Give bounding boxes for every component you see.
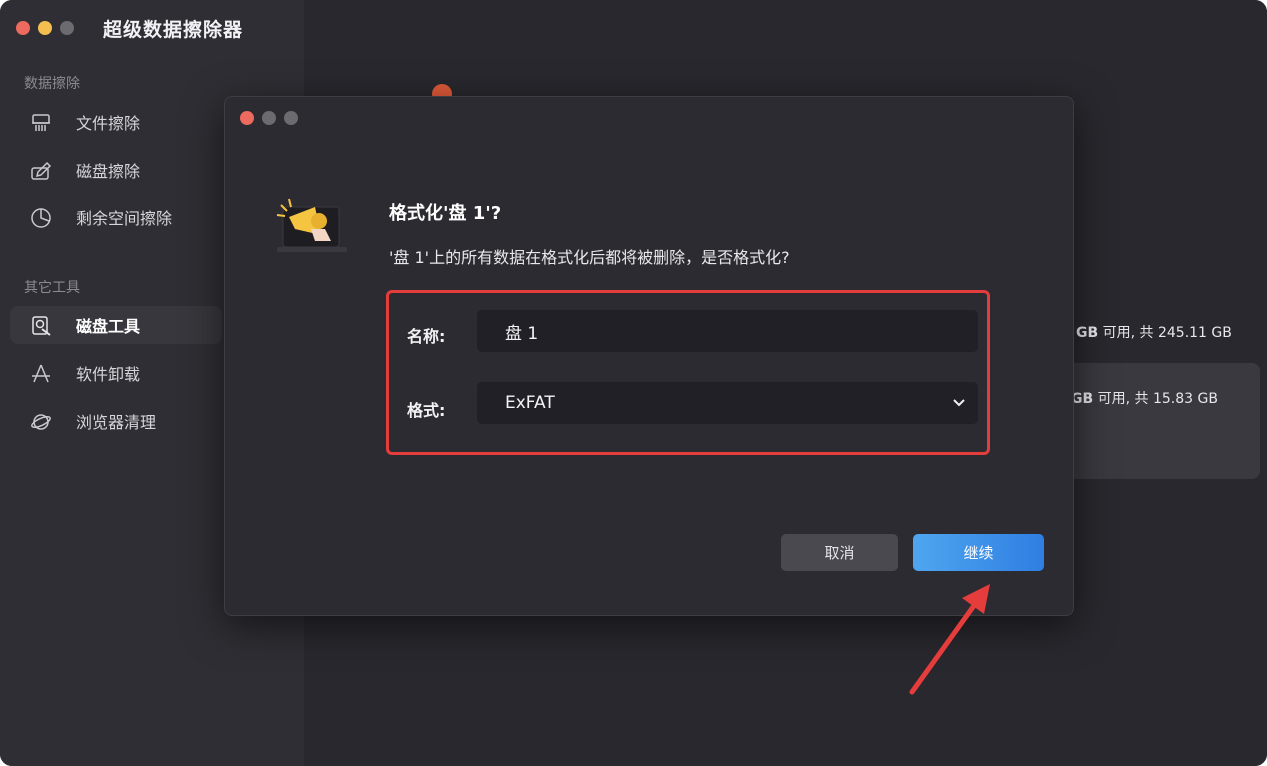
sidebar-item-label: 剩余空间擦除 — [76, 209, 173, 228]
minimize-window-button[interactable] — [38, 21, 52, 35]
format-select[interactable]: ExFAT — [477, 382, 978, 424]
app-title: 超级数据擦除器 — [103, 19, 244, 41]
red-arrow-icon — [909, 584, 990, 695]
section-label-other-tools: 其它工具 — [24, 280, 80, 296]
sidebar-item-label: 软件卸载 — [76, 365, 141, 384]
dialog-title: 格式化'盘 1'? — [389, 203, 502, 224]
sidebar-item-label: 磁盘工具 — [76, 317, 141, 336]
sidebar-item-label: 浏览器清理 — [76, 413, 157, 432]
sidebar-item-label: 磁盘擦除 — [76, 162, 141, 181]
sidebar-item-file-erase[interactable]: 文件擦除 — [10, 103, 222, 141]
disk-erase-icon — [31, 161, 52, 180]
chevron-down-icon — [953, 399, 965, 407]
dialog-window-controls — [240, 111, 298, 125]
dialog-minimize-button[interactable] — [262, 111, 276, 125]
disk-capacity-2: GB 可用, 共 15.83 GB — [1071, 391, 1218, 407]
format-label: 格式: — [407, 401, 446, 420]
pie-chart-icon — [31, 208, 51, 228]
megaphone-icon — [276, 198, 347, 252]
continue-button[interactable]: 继续 — [913, 534, 1044, 571]
name-input[interactable]: 盘 1 — [477, 310, 978, 352]
dialog-close-button[interactable] — [240, 111, 254, 125]
sidebar-item-browser-clean[interactable]: 浏览器清理 — [10, 402, 222, 440]
sidebar-item-free-space-erase[interactable]: 剩余空间擦除 — [10, 198, 222, 236]
close-window-button[interactable] — [16, 21, 30, 35]
cancel-button[interactable]: 取消 — [781, 534, 898, 571]
name-label: 名称: — [407, 327, 446, 346]
section-label-data-erase: 数据擦除 — [24, 76, 80, 92]
name-input-value: 盘 1 — [505, 323, 539, 344]
sidebar-item-disk-tool[interactable]: 磁盘工具 — [10, 306, 222, 344]
sidebar-item-app-uninstall[interactable]: 软件卸载 — [10, 354, 222, 392]
format-select-value: ExFAT — [505, 393, 555, 413]
dialog-message: '盘 1'上的所有数据在格式化后都将被删除，是否格式化? — [389, 248, 790, 267]
app-window: 超级数据擦除器 数据擦除 文件擦除 磁盘擦除 剩余空间擦除 其它工具 磁盘工具 … — [0, 0, 1267, 766]
shredder-icon — [32, 114, 50, 131]
format-dialog: 格式化'盘 1'? '盘 1'上的所有数据在格式化后都将被删除，是否格式化? 名… — [224, 96, 1074, 616]
disk-capacity-1: GB 可用, 共 245.11 GB — [1076, 325, 1232, 341]
zoom-window-button[interactable] — [60, 21, 74, 35]
app-uninstall-icon — [32, 364, 50, 383]
sidebar-item-disk-erase[interactable]: 磁盘擦除 — [10, 151, 222, 189]
disk-tool-icon — [32, 316, 51, 336]
planet-icon — [31, 414, 51, 430]
dialog-zoom-button[interactable] — [284, 111, 298, 125]
sidebar-item-label: 文件擦除 — [76, 114, 141, 133]
window-controls — [16, 21, 74, 35]
